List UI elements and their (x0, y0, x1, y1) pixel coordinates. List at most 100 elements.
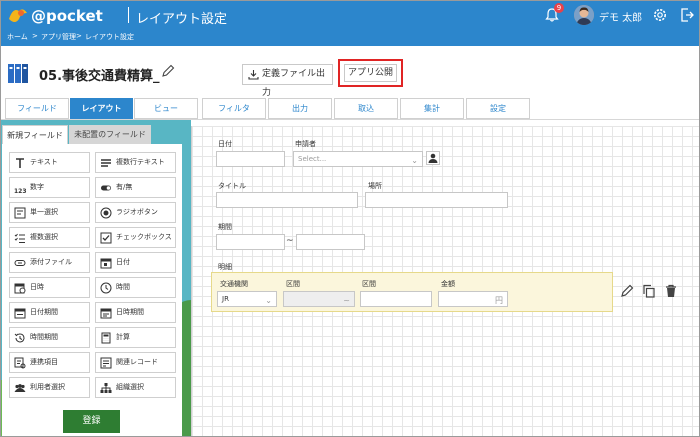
palette-item-label: 時間期間 (30, 333, 58, 341)
palette-item-label: 有/無 (116, 183, 133, 191)
palette-item-label: 時間 (116, 283, 130, 291)
edit-pencil-icon[interactable] (620, 284, 634, 298)
palette-item-attachment[interactable]: 添付ファイル (9, 252, 90, 273)
palette-item-single-select[interactable]: 単一選択 (9, 202, 90, 223)
breadcrumb-app-admin[interactable]: アプリ管理 (41, 32, 76, 42)
period-start-input[interactable] (216, 234, 285, 250)
palette-item-number[interactable]: 123 数字 (9, 177, 90, 198)
org-icon (100, 383, 112, 393)
palette-item-label: 日時期間 (116, 308, 144, 316)
radio-icon (100, 207, 112, 219)
applicant-select[interactable]: Select... ⌄ (293, 151, 423, 167)
publish-app-button[interactable]: アプリ公開 (344, 64, 397, 82)
tab-view[interactable]: ビュー (134, 98, 198, 119)
palette-item-date[interactable]: 日付 (95, 252, 176, 273)
palette-item-datetime[interactable]: 日時 (9, 277, 90, 298)
palette-item-toggle[interactable]: 有/無 (95, 177, 176, 198)
palette-item-time[interactable]: 時間 (95, 277, 176, 298)
publish-highlight-box: アプリ公開 (338, 59, 403, 87)
tab-unplaced-field[interactable]: 未配置のフィールド (69, 125, 151, 144)
checkbox-icon (100, 232, 112, 244)
gear-icon[interactable] (652, 7, 668, 23)
header-divider (128, 7, 129, 23)
avatar[interactable] (574, 5, 594, 25)
palette-item-calculator[interactable]: 計算 (95, 327, 176, 348)
period-field-label: 期間 (218, 223, 232, 231)
tab-layout[interactable]: レイアウト (70, 98, 133, 119)
breadcrumb-separator: > (76, 32, 82, 40)
chevron-down-icon: ⌄ (411, 156, 418, 165)
logo-text[interactable]: @pocket (31, 7, 103, 25)
number-icon: 123 (14, 188, 27, 195)
copy-icon[interactable] (642, 284, 656, 298)
palette-item-label: チェックボックス (116, 233, 172, 241)
trash-icon[interactable] (664, 284, 678, 298)
palette-item-label: 複数選択 (30, 233, 58, 241)
user-name[interactable]: デモ 太郎 (599, 9, 642, 24)
export-definition-label: 定義ファイル出力 (262, 69, 326, 98)
palette-item-text[interactable]: テキスト (9, 152, 90, 173)
amount-unit: 円 (495, 296, 503, 305)
palette-item-label: 数字 (30, 183, 44, 191)
tab-aggregate[interactable]: 集計 (400, 98, 464, 119)
palette-item-linked-field[interactable]: 連携項目 (9, 352, 90, 373)
title-field-input[interactable] (216, 192, 358, 208)
applicant-field-label: 申請者 (295, 140, 316, 148)
place-field-input[interactable] (365, 192, 508, 208)
palette-item-datetime-range[interactable]: 日時期間 (95, 302, 176, 323)
palette-item-radio[interactable]: ラジオボタン (95, 202, 176, 223)
export-definition-button[interactable]: 定義ファイル出力 (242, 64, 333, 98)
palette-item-org-select[interactable]: 組織選択 (95, 377, 176, 398)
palette-item-multiline[interactable]: 複数行テキスト (95, 152, 176, 173)
tab-import[interactable]: 取込 (334, 98, 398, 119)
period-end-input[interactable] (296, 234, 365, 250)
palette-item-related-record[interactable]: 関連レコード (95, 352, 176, 373)
palette-item-label: ラジオボタン (116, 208, 158, 216)
person-icon (428, 153, 438, 163)
register-button[interactable]: 登録 (63, 410, 120, 433)
tab-filter[interactable]: フィルタ (202, 98, 266, 119)
breadcrumb-separator: > (32, 32, 38, 40)
top-header: @pocket レイアウト設定 9 デモ 太郎 (1, 1, 699, 29)
binders-icon (8, 64, 28, 83)
section-from-input[interactable]: ~ (283, 291, 355, 307)
download-icon (248, 70, 259, 80)
pocket-logo-icon (9, 9, 27, 22)
page-title: レイアウト設定 (136, 12, 228, 27)
palette-item-checkbox[interactable]: チェックボックス (95, 227, 176, 248)
palette-item-time-range[interactable]: 時間期間 (9, 327, 90, 348)
amount-input[interactable]: 円 (438, 291, 508, 307)
palette-item-label: 複数行テキスト (116, 158, 165, 166)
place-field-label: 場所 (368, 182, 382, 190)
date-field-input[interactable] (216, 151, 285, 167)
field-palette: テキスト 複数行テキスト 123 数字 有/無 単一選択 ラジオボタン 複数選択 (2, 144, 182, 404)
tab-field[interactable]: フィールド (5, 98, 69, 119)
logout-icon[interactable] (679, 7, 695, 23)
related-record-icon (100, 357, 112, 369)
palette-item-label: 単一選択 (30, 208, 58, 216)
title-field-label: タイトル (218, 182, 246, 190)
palette-item-label: 日時 (30, 283, 44, 291)
palette-item-date-range[interactable]: 日付期間 (9, 302, 90, 323)
tab-output[interactable]: 出力 (268, 98, 332, 119)
multi-select-icon (14, 233, 25, 243)
palette-item-multi-select[interactable]: 複数選択 (9, 227, 90, 248)
tab-settings[interactable]: 設定 (466, 98, 530, 119)
linked-field-icon (14, 357, 26, 369)
breadcrumb-home[interactable]: ホーム (7, 32, 28, 42)
toggle-icon (101, 185, 111, 191)
app-window: @pocket レイアウト設定 9 デモ 太郎 ホーム > アプリ管理 > レイ… (0, 0, 700, 437)
tab-new-field[interactable]: 新規フィールド (2, 125, 68, 144)
palette-item-label: テキスト (30, 158, 58, 166)
user-picker-button[interactable] (426, 151, 440, 165)
palette-item-user-select[interactable]: 利用者選択 (9, 377, 90, 398)
chevron-down-icon: ⌄ (265, 296, 272, 305)
transport-select[interactable]: JR ⌄ (217, 291, 277, 307)
period-separator: ~ (286, 236, 294, 246)
breadcrumb-current: レイアウト設定 (85, 33, 134, 41)
section-to-input[interactable] (360, 291, 432, 307)
datetime-icon (14, 283, 26, 294)
edit-title-pencil-icon[interactable] (161, 64, 175, 78)
detail-table-label: 明細 (218, 263, 232, 271)
users-icon (14, 384, 26, 392)
